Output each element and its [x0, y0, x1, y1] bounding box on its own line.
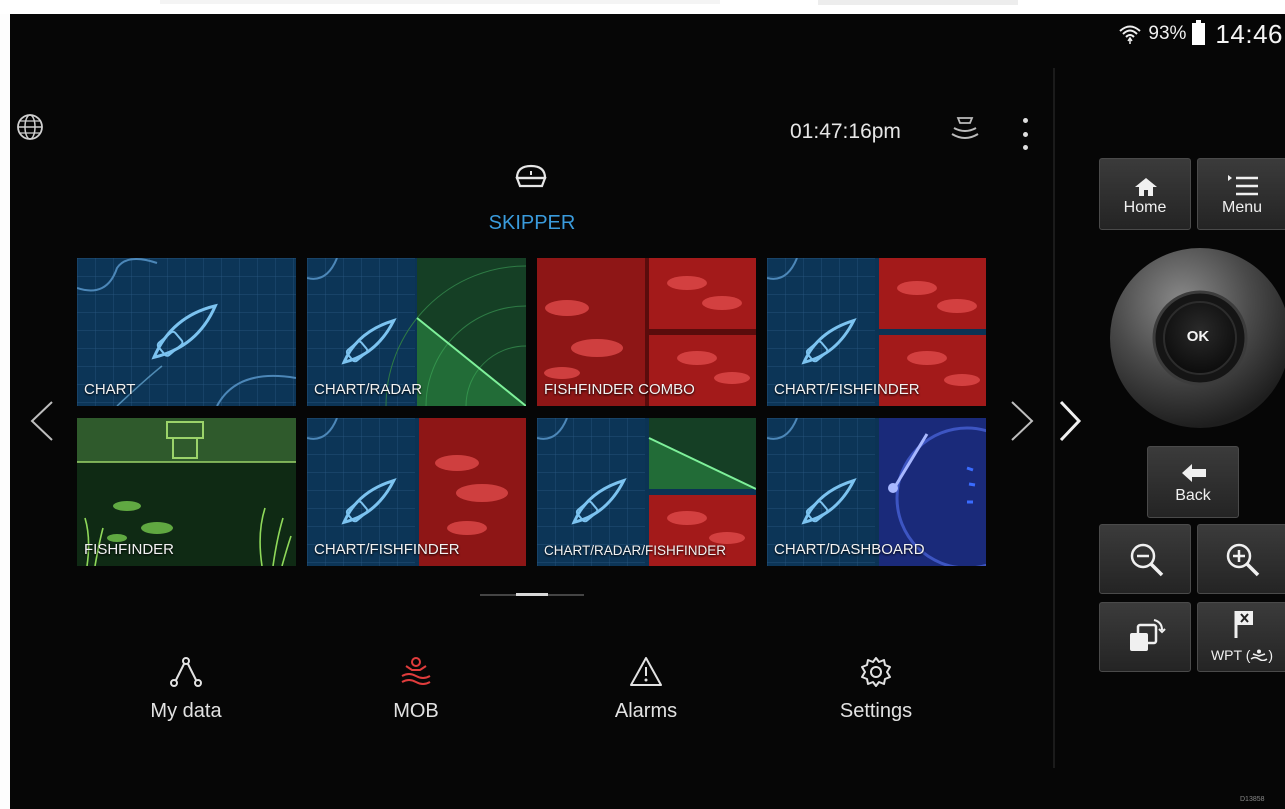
tile-label: CHART/RADAR/FISHFINDER — [544, 543, 727, 558]
zoom-in-button[interactable] — [1197, 524, 1285, 594]
app-tile-fishfinder[interactable]: FISHFINDER — [77, 418, 296, 566]
menu-button[interactable]: Menu — [1197, 158, 1285, 230]
my-data-label: My data — [150, 700, 222, 722]
menu-label: Menu — [1221, 199, 1263, 216]
wpt-label-end: ) — [1268, 647, 1274, 663]
home-icon — [1135, 178, 1157, 196]
home-label: Home — [1123, 199, 1167, 216]
battery-icon — [1192, 20, 1206, 45]
waypoint-flag-icon — [1234, 611, 1253, 638]
chevron-left-icon[interactable] — [26, 396, 58, 446]
switch-window-button[interactable] — [1099, 602, 1191, 672]
status-clock: 14:46 — [1215, 18, 1283, 49]
tile-label: CHART/DASHBOARD — [774, 541, 925, 558]
globe-icon[interactable] — [15, 112, 45, 142]
share-nodes-icon — [170, 657, 202, 687]
warning-icon — [630, 657, 662, 686]
alarms-label: Alarms — [614, 700, 678, 722]
left-edge — [0, 14, 10, 809]
mob-button[interactable]: MOB — [336, 654, 496, 723]
battery-percent: 93% — [1148, 23, 1187, 44]
page-indicator — [480, 593, 584, 596]
settings-label: Settings — [839, 700, 913, 722]
app-tile-chart-dashboard[interactable]: CHART/DASHBOARD — [767, 418, 986, 566]
wpt-label-start: WPT ( — [1210, 647, 1251, 663]
menu-icon — [1228, 175, 1258, 196]
zoom-out-button[interactable] — [1099, 524, 1191, 594]
ok-button[interactable]: OK — [1178, 328, 1218, 345]
scan-artifact — [160, 0, 720, 4]
tile-label: FISHFINDER — [84, 541, 174, 558]
page-indicator-active — [516, 593, 548, 596]
waypoint-button[interactable]: WPT () — [1197, 602, 1285, 672]
gear-icon — [861, 657, 891, 687]
display-screen: 93% 14:46 01:47:16pm SKIPPER CHART CHART… — [10, 14, 1285, 809]
app-tile-fishfinder-combo[interactable]: FISHFINDER COMBO — [537, 258, 756, 406]
home-button[interactable]: Home — [1099, 158, 1191, 230]
app-tile-chart-radar[interactable]: CHART/RADAR — [307, 258, 526, 406]
wpt-label: WPT () — [1198, 647, 1285, 663]
tile-label: CHART/RADAR — [314, 381, 423, 398]
zoom-out-icon — [1130, 543, 1164, 577]
my-data-button[interactable]: My data — [106, 654, 266, 723]
top-strip — [0, 0, 1285, 14]
profile-name[interactable]: SKIPPER — [450, 212, 614, 235]
more-icon[interactable] — [1018, 118, 1032, 150]
scan-artifact — [818, 0, 1018, 5]
mob-icon — [1250, 649, 1268, 661]
settings-button[interactable]: Settings — [796, 654, 956, 723]
tile-label: CHART — [84, 381, 136, 398]
mob-icon — [401, 657, 431, 685]
back-button[interactable]: Back — [1147, 446, 1239, 518]
panel-divider — [1053, 68, 1055, 768]
tile-label: CHART/FISHFINDER — [774, 381, 920, 398]
status-bar: 93% 14:46 — [1118, 16, 1285, 52]
captain-hat-icon[interactable] — [513, 162, 549, 194]
chevron-right-icon[interactable] — [1056, 396, 1084, 446]
mob-label: MOB — [393, 700, 439, 722]
sonar-icon[interactable] — [948, 112, 982, 146]
zoom-in-icon — [1226, 543, 1260, 577]
alarms-button[interactable]: Alarms — [566, 654, 726, 723]
switch-window-icon — [1130, 619, 1166, 651]
tile-label: FISHFINDER COMBO — [544, 381, 695, 398]
app-tile-chart[interactable]: CHART — [77, 258, 296, 406]
footer-code: D13858 — [1240, 796, 1265, 803]
app-tile-chart-radar-fishfinder[interactable]: CHART/RADAR/FISHFINDER — [537, 418, 756, 566]
back-arrow-icon — [1182, 464, 1206, 482]
app-tile-chart-fishfinder[interactable]: CHART/FISHFINDER — [767, 258, 986, 406]
chevron-right-icon[interactable] — [1006, 396, 1038, 446]
wifi-icon — [1119, 25, 1142, 44]
app-tile-chart-fishfinder-2[interactable]: CHART/FISHFINDER — [307, 418, 526, 566]
tile-label: CHART/FISHFINDER — [314, 541, 460, 558]
system-time: 01:47:16pm — [790, 120, 901, 143]
back-label: Back — [1175, 487, 1211, 504]
